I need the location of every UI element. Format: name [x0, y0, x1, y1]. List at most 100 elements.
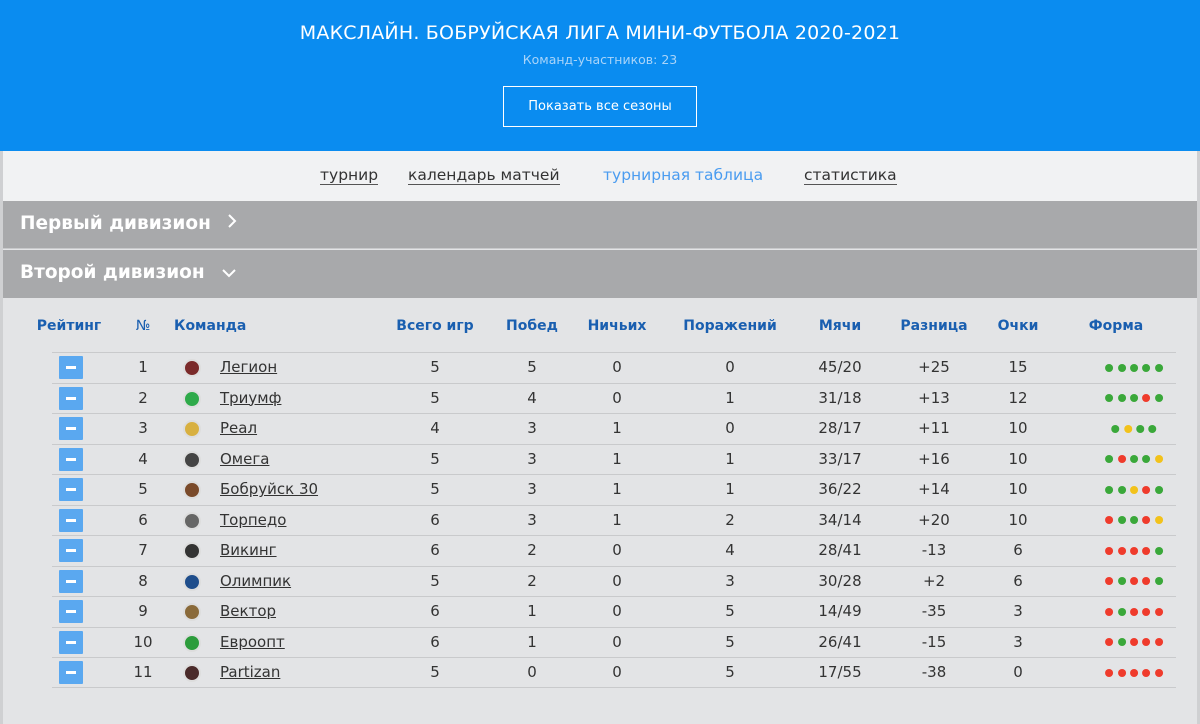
real-logo-icon — [183, 420, 201, 438]
team-link[interactable]: Триумф — [220, 384, 281, 413]
form-win-dot — [1117, 394, 1126, 402]
form-loss-dot — [1142, 638, 1151, 646]
form-loss-dot — [1130, 546, 1138, 555]
form-win-dot — [1154, 546, 1163, 555]
draws-cell: 1 — [612, 419, 622, 437]
rating-toggle-button[interactable] — [59, 569, 83, 593]
form-indicator — [1103, 445, 1165, 474]
table-row: 8 5 2 0 3 30/28 +2 6 Олимпик — [52, 565, 1176, 597]
points-cell: 12 — [1008, 388, 1028, 407]
rating-toggle-button[interactable] — [59, 661, 83, 684]
form-win-dot — [1148, 424, 1157, 433]
team-link[interactable]: Реал — [220, 414, 257, 443]
form-win-dot — [1117, 607, 1126, 616]
position-cell: 7 — [138, 541, 148, 559]
draws-cell: 1 — [612, 480, 622, 498]
form-win-dot — [1154, 394, 1163, 402]
wins-cell: 0 — [527, 663, 537, 681]
team-link[interactable]: Омега — [220, 445, 269, 474]
rating-toggle-button[interactable] — [59, 447, 83, 471]
form-indicator — [1103, 536, 1165, 565]
team-link[interactable]: Partizan — [220, 658, 280, 687]
position-cell: 6 — [138, 510, 148, 529]
rating-toggle-button[interactable] — [59, 600, 83, 623]
wins-cell: 1 — [527, 632, 537, 651]
nav-tab-calendar[interactable]: календарь матчей — [408, 166, 560, 185]
nav-tab-tournament[interactable]: турнир — [320, 166, 379, 185]
rating-toggle-button[interactable] — [59, 630, 83, 654]
goals-cell: 45/20 — [818, 358, 862, 376]
form-win-dot — [1142, 455, 1151, 463]
division-second-header[interactable]: Второй дивизион — [3, 250, 1197, 298]
league-header: МАКСЛАЙН. БОБРУЙСКАЯ ЛИГА МИНИ-ФУТБОЛА 2… — [0, 0, 1200, 151]
games-cell: 5 — [430, 358, 440, 376]
rating-toggle-button[interactable] — [59, 386, 83, 410]
form-indicator — [1109, 414, 1159, 443]
form-win-dot — [1154, 577, 1163, 585]
form-loss-dot — [1154, 668, 1163, 677]
form-indicator — [1103, 353, 1165, 382]
team-link[interactable]: Олимпик — [220, 567, 291, 596]
games-cell: 6 — [430, 541, 440, 559]
team-link[interactable]: Бобруйск 30 — [220, 475, 318, 504]
teams-count: Команд-участников: 23 — [522, 52, 678, 67]
position-cell: 10 — [133, 632, 153, 651]
position-cell: 11 — [133, 663, 153, 681]
games-cell: 5 — [430, 480, 440, 498]
team-link[interactable]: Викинг — [220, 536, 277, 565]
division-first-header[interactable]: Первый дивизион — [3, 201, 1197, 249]
team-link[interactable]: Вектор — [220, 597, 276, 626]
form-draw-dot — [1123, 424, 1132, 433]
rating-toggle-button[interactable] — [59, 508, 83, 532]
team-link[interactable]: Легион — [220, 353, 277, 382]
rating-toggle-button[interactable] — [59, 356, 83, 379]
games-cell: 4 — [430, 419, 440, 437]
form-indicator — [1103, 475, 1165, 504]
show-all-seasons-button[interactable]: Показать все сезоны — [503, 86, 697, 127]
games-cell: 5 — [430, 449, 440, 468]
form-loss-dot — [1105, 638, 1114, 646]
form-loss-dot — [1105, 546, 1114, 555]
goals-cell: 33/17 — [818, 449, 862, 468]
form-loss-dot — [1142, 577, 1151, 585]
triumph-logo-icon — [183, 389, 201, 408]
form-loss-dot — [1154, 638, 1163, 646]
team-link[interactable]: Торпедо — [220, 506, 286, 535]
diff-cell: +20 — [918, 510, 950, 529]
table-row: 1 5 5 0 0 45/20 +25 15 Легион — [52, 352, 1176, 383]
division-first-label: Первый дивизион — [20, 213, 211, 234]
losses-cell: 1 — [725, 480, 735, 498]
rating-toggle-button[interactable] — [59, 478, 83, 501]
goals-cell: 28/17 — [818, 419, 862, 437]
position-cell: 2 — [138, 388, 148, 407]
form-win-dot — [1154, 363, 1163, 372]
rating-toggle-button[interactable] — [59, 539, 83, 562]
torpedo-logo-icon — [183, 511, 201, 530]
form-loss-dot — [1142, 607, 1151, 616]
draws-cell: 1 — [612, 449, 622, 468]
points-cell: 3 — [1013, 632, 1023, 651]
form-draw-dot — [1130, 485, 1138, 494]
team-link[interactable]: Евроопт — [220, 628, 285, 657]
nav-tab-standings[interactable]: турнирная таблица — [603, 166, 763, 185]
evroopt-logo-icon — [183, 633, 201, 652]
partizan-logo-icon — [183, 664, 201, 682]
form-win-dot — [1117, 638, 1126, 646]
losses-cell: 1 — [725, 388, 735, 407]
draws-cell: 0 — [612, 388, 622, 407]
games-cell: 5 — [430, 388, 440, 407]
form-loss-dot — [1130, 638, 1138, 646]
position-cell: 9 — [138, 602, 148, 620]
losses-cell: 4 — [725, 541, 735, 559]
table-row: 5 5 3 1 1 36/22 +14 10 Бобруйск 30 — [52, 474, 1176, 505]
form-win-dot — [1130, 455, 1138, 463]
form-loss-dot — [1105, 577, 1114, 585]
form-indicator — [1103, 384, 1165, 413]
form-loss-dot — [1105, 516, 1114, 524]
points-cell: 15 — [1008, 358, 1028, 376]
diff-cell: +16 — [918, 449, 950, 468]
col-header-draws: Ничьих — [587, 318, 647, 334]
rating-toggle-button[interactable] — [59, 417, 83, 440]
col-header-wins: Побед — [506, 318, 558, 334]
nav-tab-statistics[interactable]: статистика — [804, 166, 897, 185]
